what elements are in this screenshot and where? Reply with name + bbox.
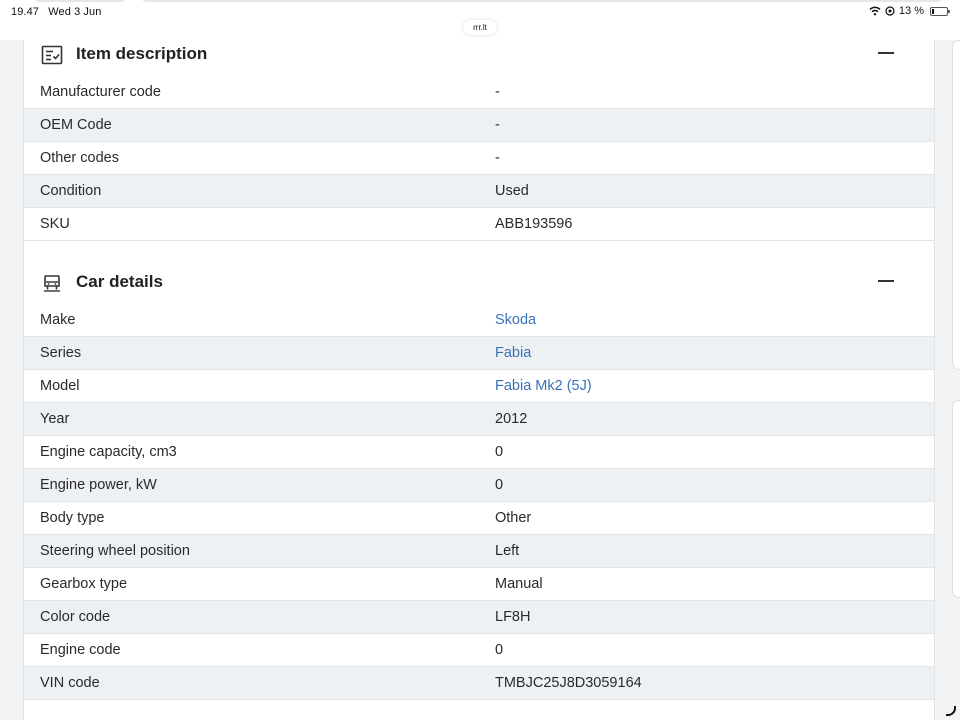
row-label: Manufacturer code (40, 84, 161, 100)
content-panel: Item description Manufacturer code - OEM C… (23, 40, 935, 720)
item-description-header[interactable]: Item description (24, 40, 934, 76)
minus-icon[interactable] (878, 52, 894, 54)
car-details-section: Car details Make Skoda Series Fabia Model Fab… (24, 266, 934, 700)
table-row: Engine code 0 (24, 634, 934, 667)
side-panel-edge[interactable] (952, 400, 960, 598)
row-value: LF8H (495, 609, 531, 625)
section-title: Car details (76, 272, 163, 291)
row-label: OEM Code (40, 117, 112, 133)
battery-icon (930, 6, 950, 16)
row-label: Color code (40, 609, 111, 625)
table-row: Manufacturer code - (24, 76, 934, 109)
row-value: Left (495, 543, 520, 559)
row-label: Engine code (40, 642, 121, 658)
side-panel-edge[interactable] (952, 40, 960, 370)
row-value-link[interactable]: Fabia (495, 345, 531, 361)
row-value: 0 (495, 642, 504, 658)
row-label: VIN code (40, 675, 100, 691)
resize-corner-icon[interactable] (946, 706, 956, 716)
table-row: Engine power, kW 0 (24, 469, 934, 502)
row-value: ABB193596 (495, 216, 573, 232)
car-details-header[interactable]: Car details (24, 266, 934, 302)
row-value: 2012 (495, 411, 528, 427)
row-label: Engine power, kW (40, 477, 157, 493)
item-description-section: Item description Manufacturer code - OEM C… (24, 40, 934, 241)
row-label: Gearbox type (40, 576, 128, 592)
row-label: Series (40, 345, 82, 361)
row-label: Steering wheel position (40, 543, 190, 559)
table-row: Other codes - (24, 142, 934, 175)
row-label: Other codes (40, 150, 119, 166)
row-label: Body type (40, 510, 105, 526)
table-row: Color code LF8H (24, 601, 934, 634)
status-time-date: 19.47 Wed 3 Jun (11, 6, 107, 18)
row-value: - (495, 84, 500, 100)
row-value-link[interactable]: Skoda (495, 312, 536, 328)
table-row: Body type Other (24, 502, 934, 535)
tab-hint (142, 0, 942, 2)
row-value: 0 (495, 477, 504, 493)
table-row: Model Fabia Mk2 (5J) (24, 370, 934, 403)
minus-icon[interactable] (878, 280, 894, 282)
wifi-icon (869, 6, 881, 16)
row-label: Year (40, 411, 70, 427)
car-details-table: Make Skoda Series Fabia Model Fabia Mk2 (5J) Y… (24, 304, 934, 700)
battery-percent: 13 % (898, 5, 924, 17)
url-pill[interactable]: rrr.lt (463, 20, 497, 35)
status-time: 19.47 (11, 6, 40, 18)
row-value: TMBJC25J8D3059164 (495, 675, 642, 691)
table-row: Condition Used (24, 175, 934, 208)
row-label: Condition (40, 183, 102, 199)
row-label: Make (40, 312, 76, 328)
checklist-icon (41, 45, 63, 65)
table-row: Gearbox type Manual (24, 568, 934, 601)
row-value: Manual (495, 576, 543, 592)
row-value: - (495, 150, 500, 166)
row-label: Engine capacity, cm3 (40, 444, 177, 460)
table-row: Steering wheel position Left (24, 535, 934, 568)
row-label: Model (40, 378, 80, 394)
status-bar: 19.47 Wed 3 Jun 13 % rrr.lt (0, 0, 960, 40)
table-row: VIN code TMBJC25J8D3059164 (24, 667, 934, 700)
table-row: Series Fabia (24, 337, 934, 370)
row-value: - (495, 117, 500, 133)
table-row: Make Skoda (24, 304, 934, 337)
row-value-link[interactable]: Fabia Mk2 (5J) (495, 378, 592, 394)
location-lock-icon (885, 6, 895, 16)
table-row: Engine capacity, cm3 0 (24, 436, 934, 469)
row-value: 0 (495, 444, 504, 460)
section-title: Item description (76, 44, 208, 63)
tab-hint (35, 0, 125, 2)
row-value: Used (495, 183, 529, 199)
status-indicators: 13 % (869, 5, 950, 17)
row-value: Other (495, 510, 532, 526)
car-icon (44, 275, 60, 292)
collapse-button[interactable] (870, 268, 902, 290)
item-description-table: Manufacturer code - OEM Code - Other codes - C… (24, 76, 934, 241)
row-label: SKU (40, 216, 70, 232)
table-row: OEM Code - (24, 109, 934, 142)
table-row: SKU ABB193596 (24, 208, 934, 241)
status-date: Wed 3 Jun (48, 6, 102, 18)
table-row: Year 2012 (24, 403, 934, 436)
